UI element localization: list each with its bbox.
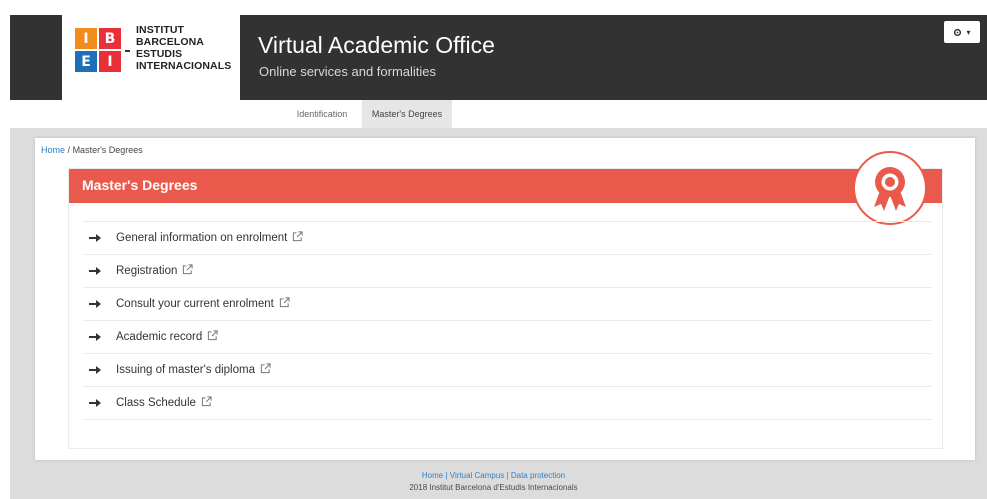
- service-link[interactable]: General information on enrolment: [116, 231, 303, 244]
- arrow-right-icon: [89, 267, 101, 275]
- user-menu-button[interactable]: ▾: [944, 21, 980, 43]
- logo-dash: [125, 50, 130, 52]
- logo-cell-1: I: [75, 28, 97, 49]
- service-link-label: Registration: [116, 265, 178, 277]
- external-link-icon: [208, 330, 218, 341]
- external-link-icon: [279, 297, 290, 308]
- footer-link-virtual-campus[interactable]: Virtual Campus: [450, 471, 505, 480]
- card-header: Master's Degrees: [69, 169, 942, 203]
- list-item[interactable]: Registration: [83, 255, 932, 288]
- service-link[interactable]: Registration: [116, 264, 193, 277]
- chevron-down-icon: ▾: [966, 27, 971, 37]
- award-ribbon-icon: [853, 151, 927, 225]
- logo-text-line: ESTUDIS: [136, 48, 183, 60]
- breadcrumb-current: Master's Degrees: [72, 145, 143, 155]
- logo-cell-4: I: [99, 51, 121, 72]
- logo-text-line: INSTITUT: [136, 24, 185, 36]
- service-link-label: Academic record: [116, 331, 203, 343]
- logo-cell-3: E: [75, 51, 97, 72]
- main-nav: Identification Master's Degrees: [10, 100, 987, 128]
- service-link-label: Consult your current enrolment: [116, 298, 274, 310]
- arrow-right-icon: [89, 366, 101, 374]
- logo-text: INSTITUT BARCELONA ESTUDIS INTERNACIONAL…: [136, 24, 231, 72]
- list-item[interactable]: Class Schedule: [83, 387, 932, 420]
- arrow-right-icon: [89, 234, 101, 242]
- service-link[interactable]: Consult your current enrolment: [116, 297, 290, 310]
- breadcrumb-separator: /: [67, 145, 71, 155]
- app-subtitle: Online services and formalities: [259, 64, 437, 79]
- app-title: Virtual Academic Office: [258, 32, 495, 58]
- footer-copyright: 2018 Institut Barcelona d'Estudis Intern…: [409, 483, 578, 492]
- list-item[interactable]: Consult your current enrolment: [83, 288, 932, 321]
- logo-cell-2: B: [99, 28, 121, 49]
- tab-masters-degrees[interactable]: Master's Degrees: [362, 100, 452, 128]
- service-link-label: Class Schedule: [116, 397, 196, 409]
- breadcrumb: Home / Master's Degrees: [41, 145, 143, 155]
- external-link-icon: [260, 363, 271, 374]
- breadcrumb-home-link[interactable]: Home: [41, 145, 65, 155]
- page-footer: Home | Virtual Campus | Data protection …: [0, 470, 987, 494]
- logo-grid: I B E I: [75, 28, 121, 72]
- list-item[interactable]: Academic record: [83, 321, 932, 354]
- service-link-label: Issuing of master's diploma: [116, 364, 255, 376]
- service-link-label: General information on enrolment: [116, 232, 288, 244]
- service-link[interactable]: Academic record: [116, 330, 218, 343]
- service-link[interactable]: Issuing of master's diploma: [116, 363, 271, 376]
- arrow-right-icon: [89, 333, 101, 341]
- logo-text-line: BARCELONA: [136, 36, 204, 48]
- arrow-right-icon: [89, 399, 101, 407]
- arrow-right-icon: [89, 300, 101, 308]
- footer-link-home[interactable]: Home: [422, 471, 443, 480]
- footer-link-data-protection[interactable]: Data protection: [511, 471, 565, 480]
- list-item[interactable]: Issuing of master's diploma: [83, 354, 932, 387]
- content-panel: Home / Master's Degrees Master's Degrees…: [35, 138, 975, 460]
- external-link-icon: [293, 231, 303, 242]
- tab-identification[interactable]: Identification: [282, 100, 362, 128]
- external-link-icon: [183, 264, 193, 275]
- service-list: General information on enrolment Registr…: [83, 221, 932, 420]
- masters-degrees-card: Master's Degrees General information on …: [68, 151, 943, 449]
- service-link[interactable]: Class Schedule: [116, 396, 212, 409]
- logo-text-line: INTERNACIONALS: [136, 60, 232, 72]
- card-title: Master's Degrees: [82, 177, 198, 193]
- external-link-icon: [201, 396, 212, 407]
- footer-links: Home | Virtual Campus | Data protection: [421, 471, 566, 480]
- list-item[interactable]: General information on enrolment: [83, 222, 932, 255]
- gear-icon: [954, 28, 962, 36]
